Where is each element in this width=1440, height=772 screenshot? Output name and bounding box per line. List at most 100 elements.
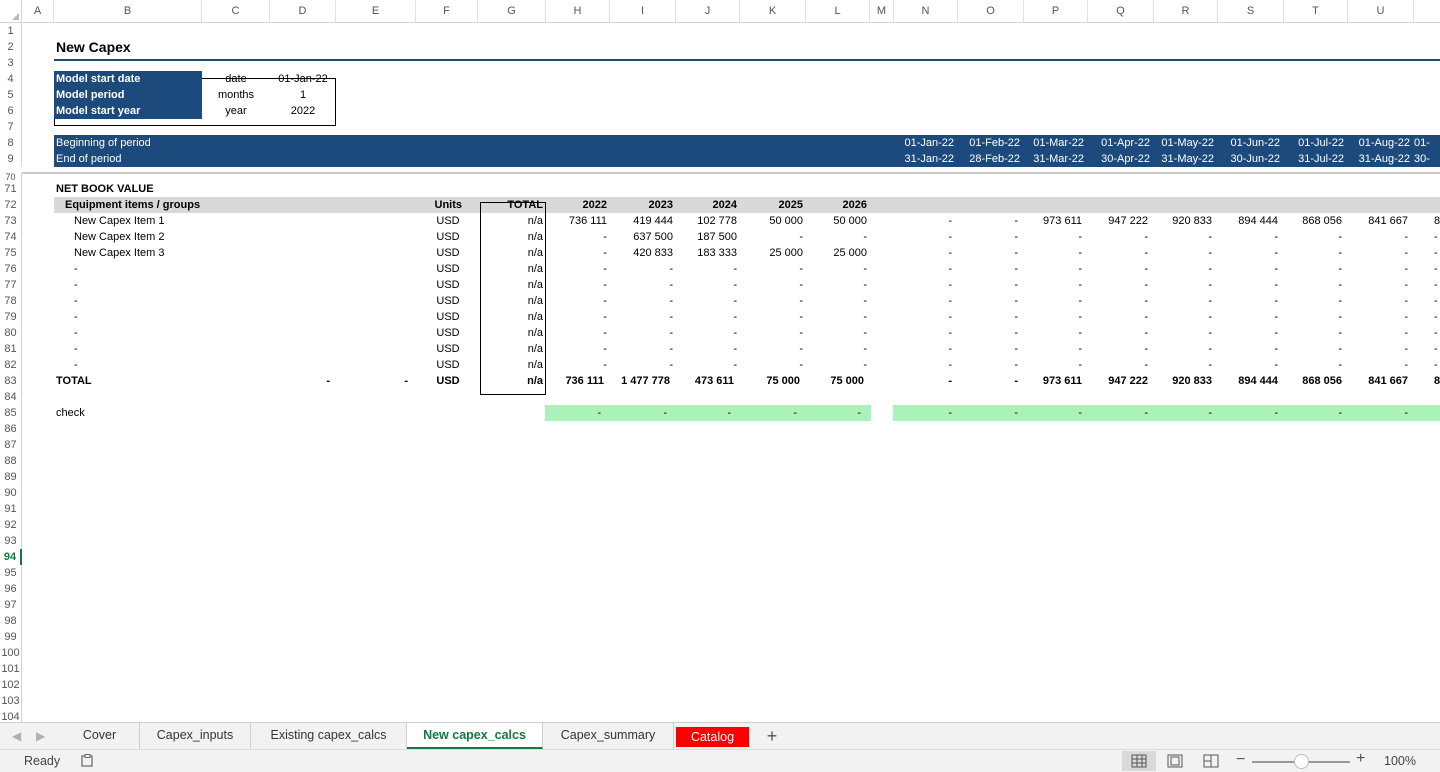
item-year-value[interactable]: -: [806, 229, 867, 245]
item-year-value[interactable]: -: [806, 341, 867, 357]
item-month-value[interactable]: -: [958, 325, 1018, 341]
item-month-value[interactable]: -: [1348, 229, 1408, 245]
item-month-value[interactable]: -: [1218, 229, 1278, 245]
item-month-value[interactable]: -: [1284, 293, 1342, 309]
info-unit[interactable]: months: [202, 87, 270, 103]
total-row-total[interactable]: n/a: [478, 373, 543, 389]
item-month-value[interactable]: -: [1088, 277, 1148, 293]
period-begin-date[interactable]: 01-Jun-22: [1218, 135, 1280, 151]
item-total[interactable]: n/a: [478, 293, 543, 309]
item-year-value[interactable]: -: [546, 277, 607, 293]
item-month-value[interactable]: 947 222: [1088, 213, 1148, 229]
column-header-d[interactable]: D: [270, 0, 336, 22]
row-header-88[interactable]: 88: [0, 453, 22, 469]
item-year-value[interactable]: -: [740, 309, 803, 325]
row-header-72[interactable]: 72: [0, 197, 22, 213]
item-month-value[interactable]: -: [894, 229, 952, 245]
item-name[interactable]: New Capex Item 1: [74, 213, 354, 229]
item-year-value[interactable]: 736 111: [546, 213, 607, 229]
column-header-n[interactable]: N: [894, 0, 958, 22]
item-year-value[interactable]: -: [676, 261, 737, 277]
row-header-96[interactable]: 96: [0, 581, 22, 597]
item-month-value[interactable]: -: [1434, 325, 1440, 341]
item-units[interactable]: USD: [416, 213, 480, 229]
item-units[interactable]: USD: [416, 229, 480, 245]
item-month-value[interactable]: -: [1088, 341, 1148, 357]
row-header-5[interactable]: 5: [0, 87, 22, 103]
total-row-units[interactable]: USD: [416, 373, 480, 389]
total-row-month[interactable]: 8: [1434, 373, 1440, 389]
item-year-value[interactable]: -: [610, 309, 673, 325]
row-header-98[interactable]: 98: [0, 613, 22, 629]
period-end-date[interactable]: 30-: [1414, 151, 1440, 167]
tab-scroll-left-icon[interactable]: ◀: [12, 729, 21, 743]
row-header-80[interactable]: 80: [0, 325, 22, 341]
item-month-value[interactable]: -: [958, 277, 1018, 293]
total-row-label[interactable]: TOTAL: [56, 373, 202, 389]
item-year-value[interactable]: -: [546, 357, 607, 373]
item-month-value[interactable]: -: [1088, 357, 1148, 373]
column-header-l[interactable]: L: [806, 0, 870, 22]
item-month-value[interactable]: -: [1284, 277, 1342, 293]
item-year-value[interactable]: -: [740, 229, 803, 245]
period-end-date[interactable]: 31-Jan-22: [894, 151, 954, 167]
item-month-value[interactable]: -: [894, 341, 952, 357]
item-month-value[interactable]: -: [1348, 277, 1408, 293]
page-break-view-icon[interactable]: [1203, 754, 1219, 768]
total-row-year[interactable]: 75 000: [740, 373, 800, 389]
row-header-79[interactable]: 79: [0, 309, 22, 325]
row-header-97[interactable]: 97: [0, 597, 22, 613]
item-month-value[interactable]: -: [1024, 229, 1082, 245]
row-header-76[interactable]: 76: [0, 261, 22, 277]
item-month-value[interactable]: -: [1218, 245, 1278, 261]
item-month-value[interactable]: -: [1088, 309, 1148, 325]
check-month-value[interactable]: -: [894, 405, 952, 421]
item-month-value[interactable]: -: [1218, 277, 1278, 293]
item-year-value[interactable]: 50 000: [740, 213, 803, 229]
item-month-value[interactable]: -: [958, 229, 1018, 245]
item-year-value[interactable]: -: [740, 341, 803, 357]
item-year-value[interactable]: 102 778: [676, 213, 737, 229]
item-month-value[interactable]: -: [1218, 309, 1278, 325]
item-month-value[interactable]: -: [1154, 325, 1212, 341]
item-month-value[interactable]: -: [894, 357, 952, 373]
total-row-month[interactable]: 841 667: [1348, 373, 1408, 389]
row-header-1[interactable]: 1: [0, 23, 22, 39]
period-begin-date[interactable]: 01-Aug-22: [1348, 135, 1410, 151]
total-row-e[interactable]: -: [336, 373, 408, 389]
item-month-value[interactable]: -: [1088, 229, 1148, 245]
item-month-value[interactable]: -: [958, 245, 1018, 261]
sheet-tab-existing-capex-calcs[interactable]: Existing capex_calcs: [251, 723, 407, 749]
item-total[interactable]: n/a: [478, 309, 543, 325]
period-begin-date[interactable]: 01-Apr-22: [1088, 135, 1150, 151]
period-end-date[interactable]: 31-Jul-22: [1284, 151, 1344, 167]
item-total[interactable]: n/a: [478, 213, 543, 229]
item-month-value[interactable]: -: [1154, 245, 1212, 261]
item-month-value[interactable]: -: [1154, 341, 1212, 357]
item-name[interactable]: -: [74, 325, 354, 341]
item-month-value[interactable]: -: [894, 293, 952, 309]
check-month-value[interactable]: -: [1348, 405, 1408, 421]
item-name[interactable]: New Capex Item 3: [74, 245, 354, 261]
info-value[interactable]: 1: [270, 87, 336, 103]
info-value[interactable]: 2022: [270, 103, 336, 119]
item-year-value[interactable]: -: [546, 261, 607, 277]
period-end-date[interactable]: 28-Feb-22: [958, 151, 1020, 167]
item-year-value[interactable]: -: [610, 325, 673, 341]
total-row-month[interactable]: -: [894, 373, 952, 389]
item-month-value[interactable]: -: [1434, 261, 1440, 277]
item-year-value[interactable]: -: [806, 325, 867, 341]
check-month-value[interactable]: -: [1088, 405, 1148, 421]
row-header-95[interactable]: 95: [0, 565, 22, 581]
item-year-value[interactable]: -: [546, 293, 607, 309]
item-year-value[interactable]: -: [806, 357, 867, 373]
column-header-q[interactable]: Q: [1088, 0, 1154, 22]
zoom-level[interactable]: 100%: [1384, 754, 1416, 768]
total-row-year[interactable]: 736 111: [546, 373, 604, 389]
table-header-year[interactable]: 2022: [546, 197, 607, 213]
item-year-value[interactable]: -: [740, 277, 803, 293]
row-header-82[interactable]: 82: [0, 357, 22, 373]
item-year-value[interactable]: -: [546, 309, 607, 325]
zoom-out-button[interactable]: −: [1236, 751, 1245, 769]
item-month-value[interactable]: -: [894, 213, 952, 229]
